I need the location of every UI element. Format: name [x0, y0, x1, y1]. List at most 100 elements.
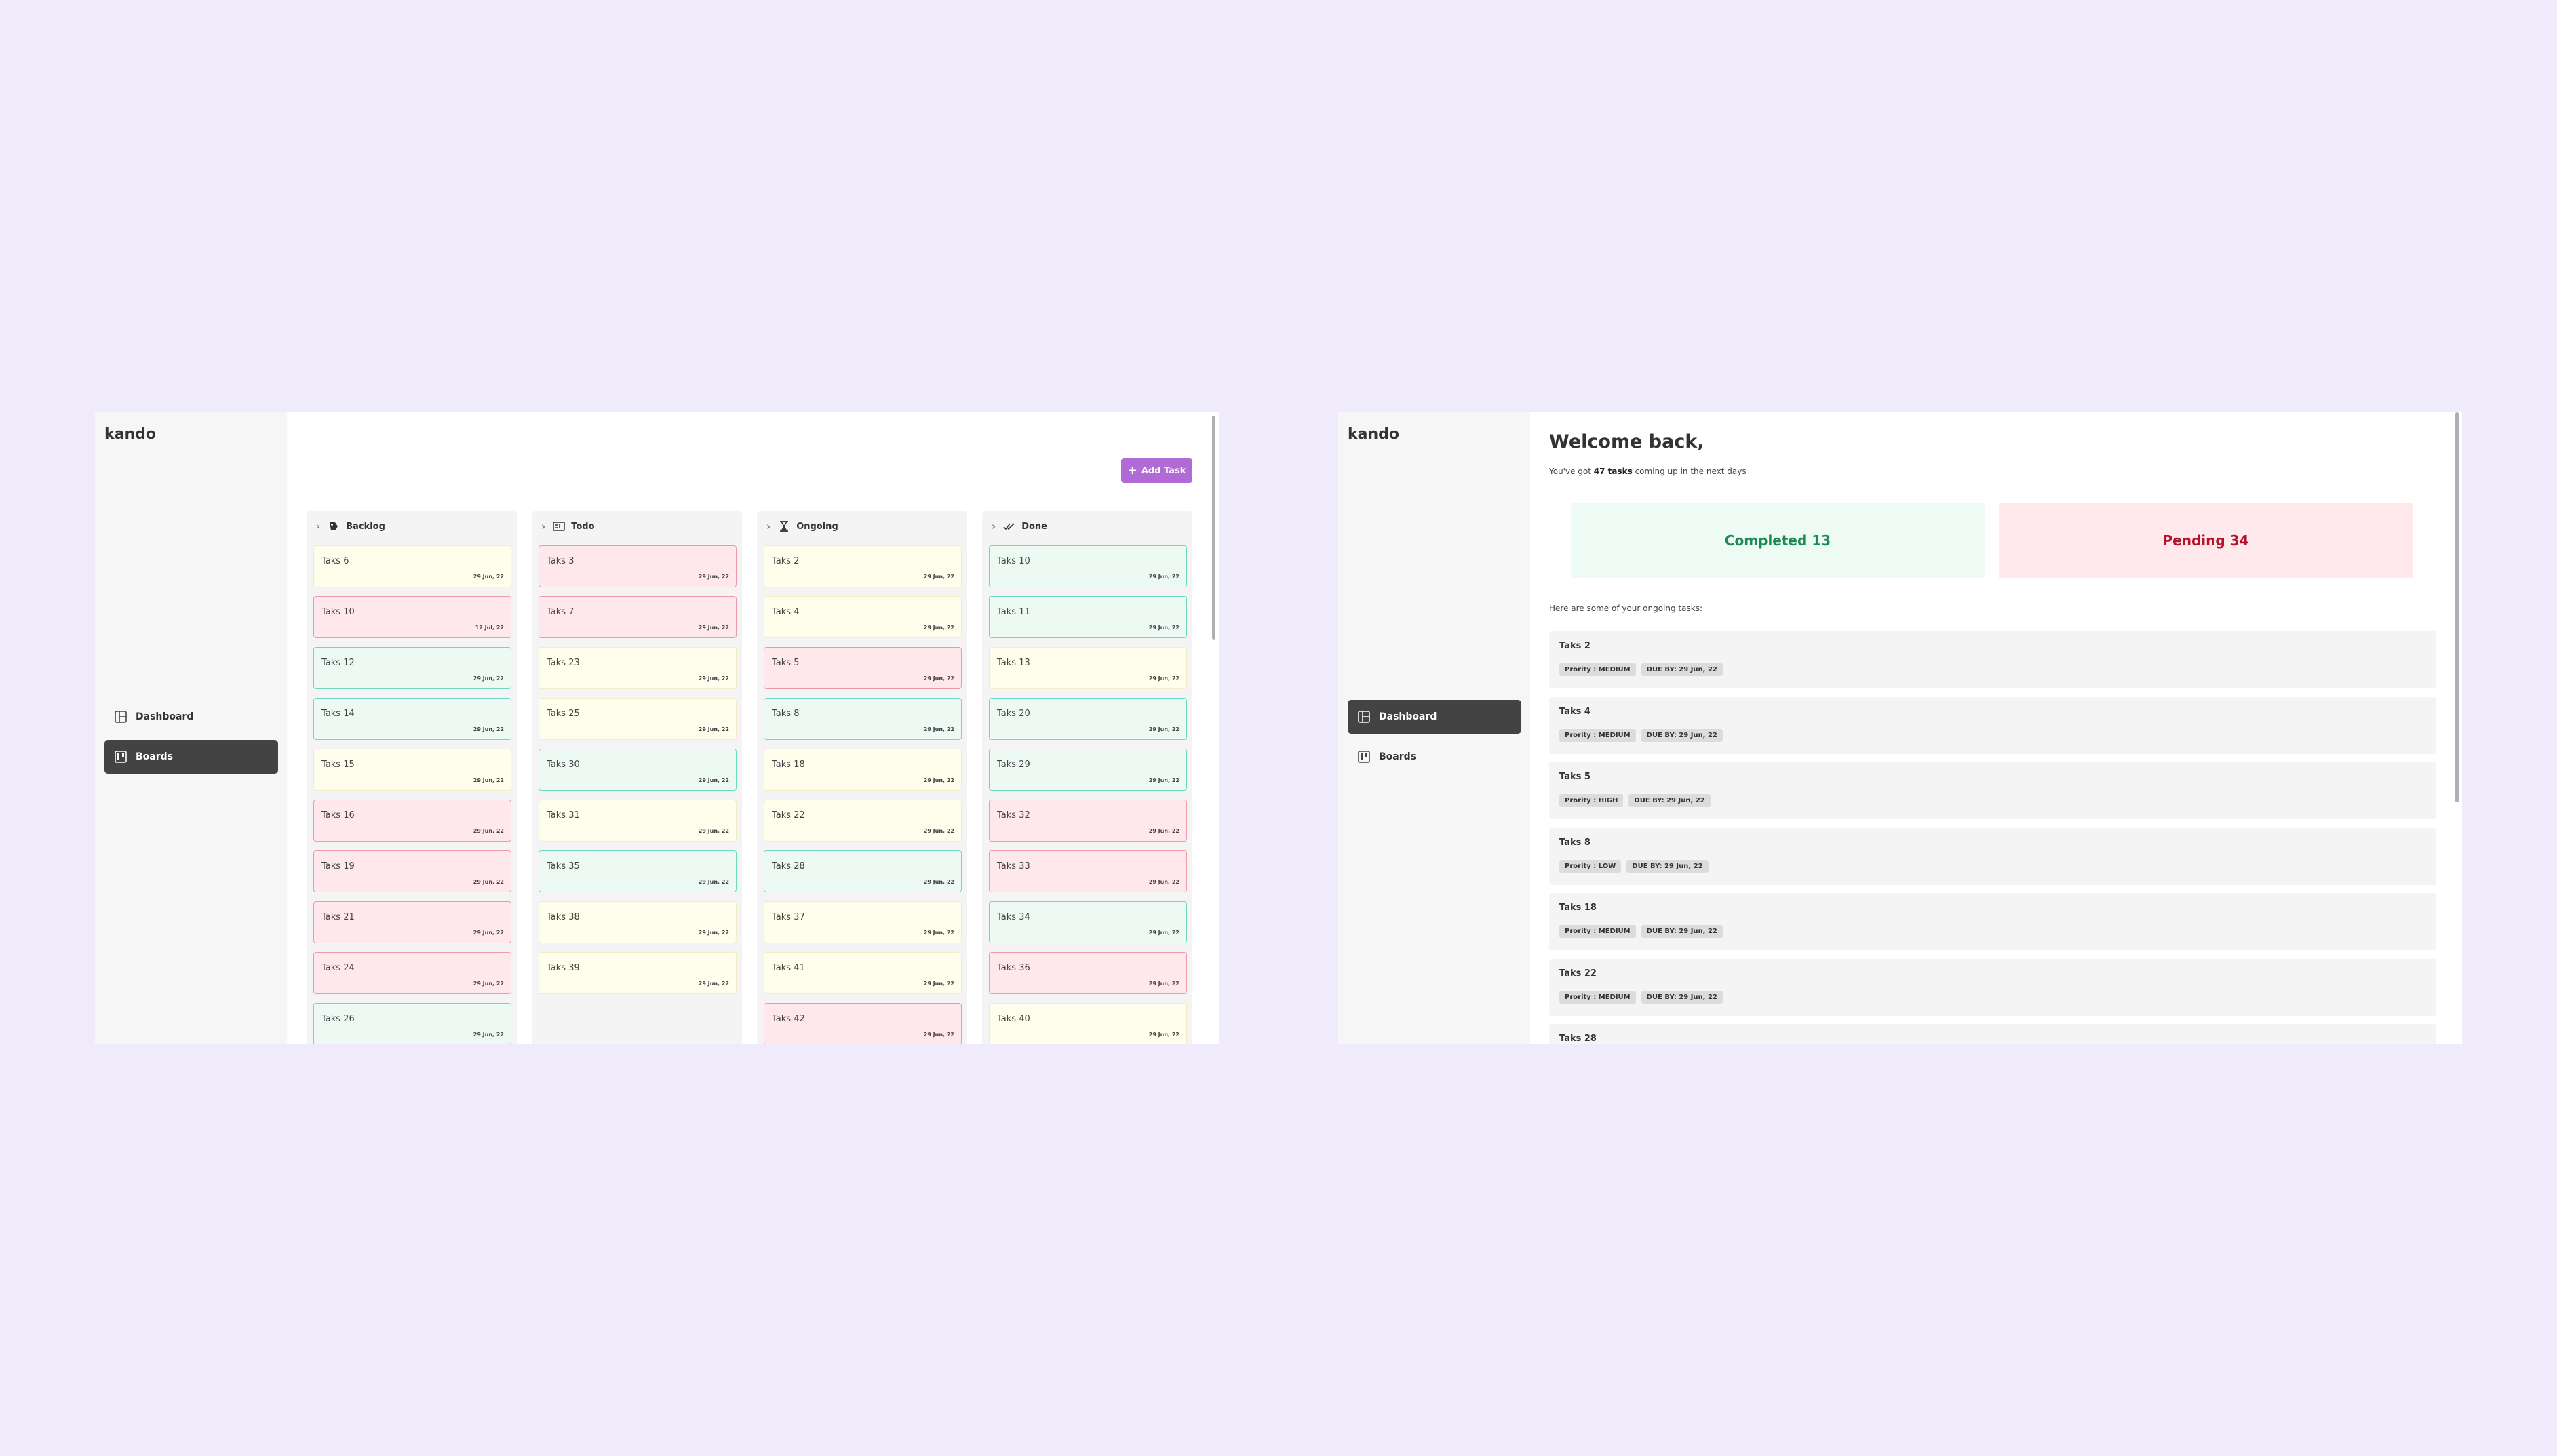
task-title: Taks 15	[321, 760, 355, 770]
task-date: 29 Jun, 22	[923, 879, 954, 885]
task-card[interactable]: Taks 6 29 Jun, 22	[313, 545, 511, 587]
task-card[interactable]: Taks 32 29 Jun, 22	[989, 800, 1187, 842]
task-card[interactable]: Taks 2 29 Jun, 22	[764, 545, 962, 587]
task-card[interactable]: Taks 10 29 Jun, 22	[989, 545, 1187, 587]
ongoing-task-title: Taks 2	[1559, 641, 1590, 651]
task-date: 29 Jun, 22	[1148, 625, 1179, 631]
nav-boards[interactable]: Boards	[104, 740, 278, 774]
task-card[interactable]: Taks 16 29 Jun, 22	[313, 800, 511, 842]
column-header[interactable]: › Done	[982, 511, 1192, 541]
ongoing-task-item[interactable]: Taks 8 Prority : LOW DUE BY: 29 Jun, 22	[1549, 827, 2436, 885]
welcome-heading: Welcome back,	[1549, 431, 1704, 452]
chevron-right-icon[interactable]: ›	[766, 520, 770, 532]
task-title: Taks 39	[547, 963, 580, 973]
dashboard-icon	[1358, 711, 1370, 723]
task-title: Taks 33	[997, 861, 1030, 871]
task-title: Taks 25	[547, 709, 580, 719]
task-card[interactable]: Taks 7 29 Jun, 22	[539, 596, 737, 638]
task-card[interactable]: Taks 21 29 Jun, 22	[313, 901, 511, 943]
nav-label: Dashboard	[136, 711, 194, 722]
task-card[interactable]: Taks 41 29 Jun, 22	[764, 952, 962, 994]
task-title: Taks 16	[321, 810, 355, 821]
column-header[interactable]: › Backlog	[307, 511, 517, 541]
task-title: Taks 36	[997, 963, 1030, 973]
add-task-button[interactable]: + Add Task	[1121, 458, 1192, 483]
task-card[interactable]: Taks 37 29 Jun, 22	[764, 901, 962, 943]
task-card[interactable]: Taks 15 29 Jun, 22	[313, 749, 511, 791]
task-card[interactable]: Taks 42 29 Jun, 22	[764, 1003, 962, 1044]
ongoing-task-title: Taks 4	[1559, 706, 1590, 717]
task-date: 29 Jun, 22	[1148, 981, 1179, 987]
ongoing-task-title: Taks 8	[1559, 837, 1590, 848]
task-card[interactable]: Taks 25 29 Jun, 22	[539, 698, 737, 740]
column-todo: › Todo Taks 3 29 Jun, 22 Taks 7 29 Jun, 22 T…	[532, 511, 742, 1044]
task-title: Taks 38	[547, 912, 580, 922]
task-card[interactable]: Taks 35 29 Jun, 22	[539, 850, 737, 892]
task-card[interactable]: Taks 34 29 Jun, 22	[989, 901, 1187, 943]
priority-badge: Prority : MEDIUM	[1559, 728, 1636, 742]
priority-badge: Prority : HIGH	[1559, 794, 1624, 807]
task-card[interactable]: Taks 36 29 Jun, 22	[989, 952, 1187, 994]
tasks-summary: You've got 47 tasks coming up in the nex…	[1549, 467, 1746, 476]
task-card[interactable]: Taks 39 29 Jun, 22	[539, 952, 737, 994]
boards-icon	[115, 751, 127, 763]
task-card[interactable]: Taks 10 12 Jul, 22	[313, 596, 511, 638]
task-date: 29 Jun, 22	[473, 981, 504, 987]
task-card[interactable]: Taks 40 29 Jun, 22	[989, 1003, 1187, 1044]
task-title: Taks 11	[997, 607, 1030, 617]
task-date: 29 Jun, 22	[1148, 828, 1179, 834]
nav-dashboard[interactable]: Dashboard	[104, 700, 278, 734]
scrollbar[interactable]	[2455, 412, 2459, 802]
nav-boards[interactable]: Boards	[1348, 740, 1521, 774]
task-card[interactable]: Taks 19 29 Jun, 22	[313, 850, 511, 892]
task-card[interactable]: Taks 13 29 Jun, 22	[989, 647, 1187, 689]
task-card[interactable]: Taks 4 29 Jun, 22	[764, 596, 962, 638]
column-header[interactable]: › Ongoing	[757, 511, 967, 541]
task-title: Taks 23	[547, 658, 580, 668]
task-date: 29 Jun, 22	[1148, 675, 1179, 682]
task-card[interactable]: Taks 22 29 Jun, 22	[764, 800, 962, 842]
scrollbar[interactable]	[1212, 416, 1215, 640]
task-card[interactable]: Taks 26 29 Jun, 22	[313, 1003, 511, 1044]
task-card[interactable]: Taks 31 29 Jun, 22	[539, 800, 737, 842]
completed-stat: Completed 13	[1571, 503, 1985, 578]
ongoing-task-item[interactable]: Taks 18 Prority : MEDIUM DUE BY: 29 Jun, 2…	[1549, 893, 2436, 950]
sidebar: kando Dashboard Boards	[95, 412, 287, 1044]
task-card[interactable]: Taks 5 29 Jun, 22	[764, 647, 962, 689]
task-card[interactable]: Taks 12 29 Jun, 22	[313, 647, 511, 689]
nav-label: Dashboard	[1379, 711, 1437, 722]
chevron-right-icon[interactable]: ›	[992, 520, 996, 532]
nav-dashboard[interactable]: Dashboard	[1348, 700, 1521, 734]
task-card[interactable]: Taks 28 29 Jun, 22	[764, 850, 962, 892]
ongoing-task-item[interactable]: Taks 2 Prority : MEDIUM DUE BY: 29 Jun, 22	[1549, 631, 2436, 688]
task-card[interactable]: Taks 11 29 Jun, 22	[989, 596, 1187, 638]
task-card[interactable]: Taks 33 29 Jun, 22	[989, 850, 1187, 892]
task-card[interactable]: Taks 23 29 Jun, 22	[539, 647, 737, 689]
task-date: 29 Jun, 22	[923, 777, 954, 783]
task-card[interactable]: Taks 14 29 Jun, 22	[313, 698, 511, 740]
ongoing-task-item[interactable]: Taks 4 Prority : MEDIUM DUE BY: 29 Jun, 22	[1549, 696, 2436, 754]
task-card[interactable]: Taks 8 29 Jun, 22	[764, 698, 962, 740]
task-date: 29 Jun, 22	[473, 1031, 504, 1038]
column-done: › Done Taks 10 29 Jun, 22 Taks 11 29 Jun, 2…	[982, 511, 1192, 1044]
app-logo: kando	[104, 426, 157, 443]
task-card[interactable]: Taks 24 29 Jun, 22	[313, 952, 511, 994]
chevron-right-icon[interactable]: ›	[316, 520, 320, 532]
task-card[interactable]: Taks 38 29 Jun, 22	[539, 901, 737, 943]
task-date: 29 Jun, 22	[923, 1031, 954, 1038]
ongoing-task-item[interactable]: Taks 5 Prority : HIGH DUE BY: 29 Jun, 22	[1549, 762, 2436, 819]
task-card[interactable]: Taks 3 29 Jun, 22	[539, 545, 737, 587]
task-card[interactable]: Taks 20 29 Jun, 22	[989, 698, 1187, 740]
column-header[interactable]: › Todo	[532, 511, 742, 541]
column-title: Backlog	[346, 521, 385, 532]
task-card[interactable]: Taks 18 29 Jun, 22	[764, 749, 962, 791]
task-card[interactable]: Taks 29 29 Jun, 22	[989, 749, 1187, 791]
ongoing-task-item[interactable]: Taks 28	[1549, 1024, 2436, 1044]
priority-badge: Prority : MEDIUM	[1559, 990, 1636, 1004]
chevron-right-icon[interactable]: ›	[541, 520, 545, 532]
task-card[interactable]: Taks 30 29 Jun, 22	[539, 749, 737, 791]
task-date: 29 Jun, 22	[923, 930, 954, 936]
column-title: Done	[1021, 521, 1047, 532]
ongoing-task-item[interactable]: Taks 22 Prority : MEDIUM DUE BY: 29 Jun, 2…	[1549, 958, 2436, 1016]
column-ongoing: › Ongoing Taks 2 29 Jun, 22 Taks 4 29 Jun, …	[757, 511, 967, 1044]
